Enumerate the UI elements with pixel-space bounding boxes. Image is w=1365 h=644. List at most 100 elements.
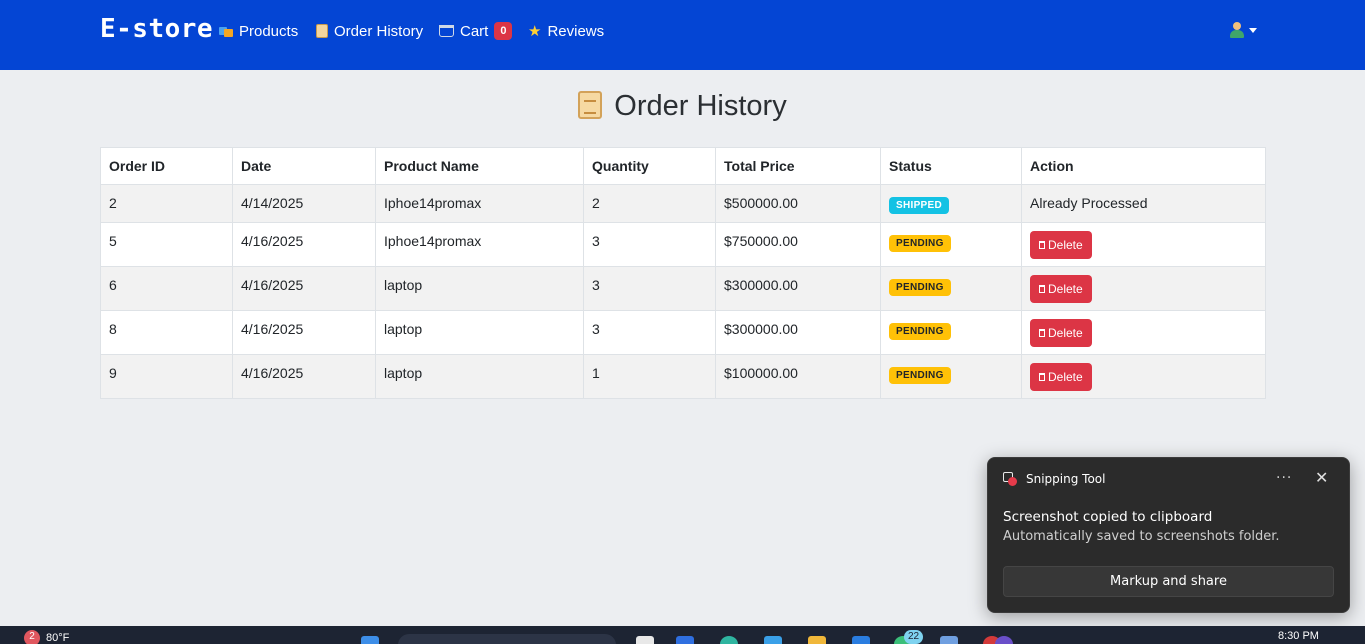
delete-button[interactable]: Delete bbox=[1030, 231, 1092, 259]
cell-order-id: 6 bbox=[100, 266, 233, 311]
cell-date: 4/16/2025 bbox=[232, 354, 376, 399]
temperature: 80°F bbox=[46, 632, 70, 644]
table-row: 8 4/16/2025 laptop 3 $300000.00 PENDING … bbox=[100, 310, 1266, 355]
brand-logo[interactable]: E-store bbox=[100, 14, 213, 44]
markup-and-share-button[interactable]: Markup and share bbox=[1003, 566, 1334, 597]
table-row: 6 4/16/2025 laptop 3 $300000.00 PENDING … bbox=[100, 266, 1266, 311]
cell-product: laptop bbox=[375, 310, 584, 355]
edge-icon[interactable] bbox=[676, 636, 694, 644]
clock: 8:30 PM bbox=[1278, 630, 1319, 642]
file-icon[interactable] bbox=[636, 636, 654, 644]
cell-total: $500000.00 bbox=[715, 184, 881, 223]
cell-product: Iphoe14promax bbox=[375, 222, 584, 267]
nav-reviews[interactable]: ★ Reviews bbox=[528, 21, 604, 41]
cell-product: Iphoe14promax bbox=[375, 184, 584, 223]
windows-taskbar: 2 80°F 22 8:30 PM bbox=[0, 626, 1365, 644]
nav-order-history[interactable]: Order History bbox=[316, 21, 423, 41]
cell-order-id: 9 bbox=[100, 354, 233, 399]
cell-order-id: 5 bbox=[100, 222, 233, 267]
col-quantity: Quantity bbox=[583, 147, 716, 185]
scroll-icon bbox=[316, 24, 328, 38]
more-options-icon[interactable]: ··· bbox=[1276, 470, 1292, 486]
caret-down-icon bbox=[1249, 27, 1257, 33]
cell-status: PENDING bbox=[880, 222, 1022, 267]
page-title-text: Order History bbox=[614, 90, 787, 122]
cell-product: laptop bbox=[375, 354, 584, 399]
nav-reviews-label: Reviews bbox=[547, 22, 605, 40]
page-title: Order History bbox=[0, 90, 1365, 123]
browser-icon[interactable] bbox=[720, 636, 738, 644]
nav-products-label: Products bbox=[239, 22, 299, 40]
table-row: 5 4/16/2025 Iphoe14promax 3 $750000.00 P… bbox=[100, 222, 1266, 267]
calendar-icon[interactable] bbox=[940, 636, 958, 644]
status-badge: SHIPPED bbox=[889, 197, 950, 214]
close-icon[interactable]: ✕ bbox=[1315, 468, 1328, 487]
col-total-price: Total Price bbox=[715, 147, 881, 185]
table-row: 9 4/16/2025 laptop 1 $100000.00 PENDING … bbox=[100, 354, 1266, 399]
cell-action: Delete bbox=[1021, 310, 1266, 355]
cell-action: Delete bbox=[1021, 222, 1266, 267]
snipping-tool-notification[interactable]: Snipping Tool ··· ✕ Screenshot copied to… bbox=[987, 457, 1350, 613]
delete-label: Delete bbox=[1048, 370, 1083, 384]
delete-label: Delete bbox=[1048, 282, 1083, 296]
user-menu-dropdown[interactable] bbox=[1230, 22, 1257, 38]
nav-products[interactable]: Products bbox=[219, 21, 298, 41]
status-badge: PENDING bbox=[889, 235, 951, 252]
trash-icon bbox=[1039, 285, 1045, 293]
col-order-id: Order ID bbox=[100, 147, 233, 185]
folder-icon[interactable] bbox=[808, 636, 826, 644]
table-header-row: Order ID Date Product Name Quantity Tota… bbox=[100, 147, 1266, 185]
weather-widget[interactable]: 2 80°F bbox=[24, 630, 69, 644]
cell-quantity: 3 bbox=[583, 266, 716, 311]
col-status: Status bbox=[880, 147, 1022, 185]
cell-quantity: 3 bbox=[583, 222, 716, 267]
cell-total: $100000.00 bbox=[715, 354, 881, 399]
cell-total: $300000.00 bbox=[715, 266, 881, 311]
already-processed-text: Already Processed bbox=[1030, 195, 1148, 211]
trash-icon bbox=[1039, 329, 1045, 337]
taskbar-search[interactable] bbox=[398, 634, 616, 644]
cell-quantity: 3 bbox=[583, 310, 716, 355]
col-date: Date bbox=[232, 147, 376, 185]
col-product-name: Product Name bbox=[375, 147, 584, 185]
cell-date: 4/16/2025 bbox=[232, 266, 376, 311]
cell-status: SHIPPED bbox=[880, 184, 1022, 223]
scroll-icon bbox=[578, 91, 603, 119]
cell-date: 4/16/2025 bbox=[232, 310, 376, 355]
cell-product: laptop bbox=[375, 266, 584, 311]
products-icon bbox=[219, 25, 233, 37]
star-icon: ★ bbox=[528, 22, 542, 40]
status-badge: PENDING bbox=[889, 279, 951, 296]
store-icon[interactable] bbox=[764, 636, 782, 644]
toast-title: Screenshot copied to clipboard bbox=[1003, 509, 1213, 525]
nav-cart-label: Cart bbox=[460, 22, 489, 40]
delete-button[interactable]: Delete bbox=[1030, 275, 1092, 303]
nav-cart[interactable]: Cart 0 bbox=[439, 21, 513, 41]
profile-icon[interactable] bbox=[995, 636, 1013, 644]
status-badge: PENDING bbox=[889, 323, 951, 340]
weather-icon: 2 bbox=[24, 630, 40, 644]
delete-button[interactable]: Delete bbox=[1030, 363, 1092, 391]
snipping-tool-icon bbox=[1003, 472, 1018, 486]
table-row: 2 4/14/2025 Iphoe14promax 2 $500000.00 S… bbox=[100, 184, 1266, 223]
cell-quantity: 2 bbox=[583, 184, 716, 223]
cell-date: 4/16/2025 bbox=[232, 222, 376, 267]
cell-order-id: 2 bbox=[100, 184, 233, 223]
cell-status: PENDING bbox=[880, 354, 1022, 399]
cell-total: $750000.00 bbox=[715, 222, 881, 267]
cell-action: Delete bbox=[1021, 354, 1266, 399]
start-icon[interactable] bbox=[361, 636, 379, 644]
trash-icon bbox=[1039, 241, 1045, 249]
cell-action: Delete bbox=[1021, 266, 1266, 311]
cart-count-badge: 0 bbox=[494, 22, 513, 40]
mail-icon[interactable] bbox=[852, 636, 870, 644]
user-icon bbox=[1230, 22, 1244, 38]
cell-status: PENDING bbox=[880, 310, 1022, 355]
cell-date: 4/14/2025 bbox=[232, 184, 376, 223]
cart-icon bbox=[439, 25, 454, 37]
col-action: Action bbox=[1021, 147, 1266, 185]
delete-button[interactable]: Delete bbox=[1030, 319, 1092, 347]
cell-order-id: 8 bbox=[100, 310, 233, 355]
cell-action: Already Processed bbox=[1021, 184, 1266, 223]
delete-label: Delete bbox=[1048, 238, 1083, 252]
